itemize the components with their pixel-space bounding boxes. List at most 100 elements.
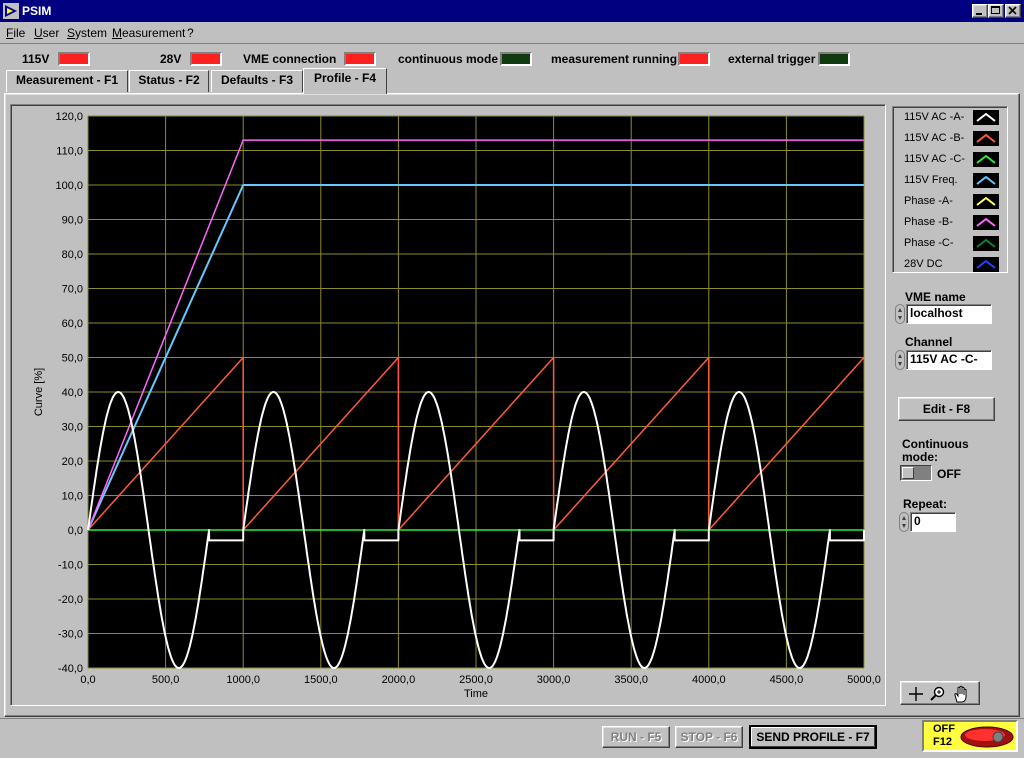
repeat-label: Repeat: [903,497,948,511]
window-title: PSIM [22,4,52,18]
pan-hand-icon[interactable] [951,684,971,704]
continuous-mode-label-2: mode: [902,450,938,464]
x-tick-label: 4000,0 [692,674,726,686]
close-button[interactable] [1005,4,1021,18]
channel-field[interactable]: 115V AC -C- [906,350,992,370]
legend-label: 115V AC -A- [904,111,965,123]
legend-swatch-icon [973,131,999,146]
y-tick-label: 50,0 [62,353,83,365]
tab-measurement[interactable]: Measurement - F1 [6,70,128,92]
status-led-continuous-mode [500,52,532,66]
minimize-button[interactable] [972,4,988,18]
vme-name-label: VME name [905,290,966,304]
channel-spinner[interactable] [895,350,905,370]
status-label-continuous-mode: continuous mode [398,52,498,66]
y-tick-label: 110,0 [56,146,83,158]
x-tick-label: 5000,0 [847,674,881,686]
title-bar: PSIM [0,0,1024,22]
menu-divider [0,43,1024,44]
y-tick-label: 70,0 [62,284,83,296]
legend-item: 115V AC -B- [893,128,1007,149]
y-tick-label: 0,0 [68,525,83,537]
crosshair-icon[interactable] [907,685,925,703]
legend-label: 115V AC -C- [904,153,965,165]
x-tick-label: 1500,0 [304,674,338,686]
graph-frame: 0,0 500,0 1000,0 1500,0 2000,0 2500,0 3000,0 35… [10,104,886,706]
legend-label: 28V DC [904,258,943,270]
legend-label: 115V Freq. [904,174,958,186]
y-tick-label: 100,0 [55,180,83,192]
power-toggle-icon [960,726,1014,748]
off-key-label: F12 [933,736,952,748]
y-tick-label: -30,0 [58,629,83,641]
repeat-spinner[interactable] [899,512,909,532]
y-tick-label: 90,0 [62,215,83,227]
y-axis-label: Curve [%] [33,368,45,416]
menu-file[interactable]: File [6,26,25,40]
x-tick-label: 500,0 [152,674,180,686]
vme-name-field[interactable]: localhost [906,304,992,324]
legend-item: Phase -C- [893,233,1007,254]
edit-button[interactable]: Edit - F8 [898,397,995,421]
legend-label: Phase -C- [904,237,954,249]
legend-swatch-icon [973,173,999,188]
y-tick-label: 40,0 [62,387,83,399]
stop-button[interactable]: STOP - F6 [675,726,743,748]
continuous-mode-toggle[interactable] [900,465,932,481]
legend-label: Phase -A- [904,195,953,207]
legend-label: Phase -B- [904,216,953,228]
status-led-external-trigger [818,52,850,66]
legend-swatch-icon [973,194,999,209]
send-profile-button[interactable]: SEND PROFILE - F7 [749,725,877,749]
toggle-knob [902,467,914,479]
legend-swatch-icon [973,257,999,272]
close-icon [1008,6,1017,15]
status-led-vme-connection [344,52,376,66]
tab-profile[interactable]: Profile - F4 [303,68,387,94]
legend-item: 115V AC -C- [893,149,1007,170]
menu-bar: File User System Measurement ? [0,23,1024,43]
legend-swatch-icon [973,215,999,230]
menu-system[interactable]: System [67,26,107,40]
minimize-icon [976,13,982,15]
zoom-icon[interactable] [929,685,947,703]
bottom-divider [0,718,1024,719]
status-led-28v [190,52,222,66]
legend-swatch-icon [973,110,999,125]
vme-name-spinner[interactable] [895,304,905,324]
tab-defaults[interactable]: Defaults - F3 [211,70,303,92]
power-off-control[interactable]: OFF F12 [922,720,1018,752]
menu-user[interactable]: User [34,26,59,40]
legend-label: 115V AC -B- [904,132,965,144]
x-tick-label: 3500,0 [614,674,648,686]
x-tick-label: 1000,0 [226,674,260,686]
x-tick-label: 3000,0 [537,674,571,686]
status-label-vme-connection: VME connection [243,52,337,66]
tab-status[interactable]: Status - F2 [129,70,209,92]
status-label-115v: 115V [22,52,50,66]
y-tick-label: 10,0 [62,491,83,503]
status-label-measurement-running: measurement running [551,52,678,66]
x-axis-label: Time [464,688,488,700]
y-tick-label: 120,0 [55,111,83,123]
status-led-115v [58,52,90,66]
run-button[interactable]: RUN - F5 [602,726,670,748]
status-label-28v: 28V [160,52,182,66]
legend-item: 28V DC [893,254,1007,275]
continuous-mode-label: Continuous [902,437,969,451]
legend-item: Phase -B- [893,212,1007,233]
repeat-field[interactable]: 0 [910,512,956,532]
graph-tool-palette [900,681,980,705]
maximize-icon [991,6,1000,14]
legend-swatch-icon [973,152,999,167]
menu-help[interactable]: ? [187,26,194,40]
off-label: OFF [933,723,955,735]
y-tick-label: 30,0 [62,422,83,434]
maximize-button[interactable] [988,4,1004,18]
x-tick-label: 2500,0 [459,674,493,686]
legend-item: Phase -A- [893,191,1007,212]
profile-chart: 0,0 500,0 1000,0 1500,0 2000,0 2500,0 3000,0 35… [33,111,881,700]
y-tick-label: 80,0 [62,249,83,261]
menu-measurement[interactable]: Measurement [112,26,185,40]
y-tick-label: 20,0 [62,456,83,468]
